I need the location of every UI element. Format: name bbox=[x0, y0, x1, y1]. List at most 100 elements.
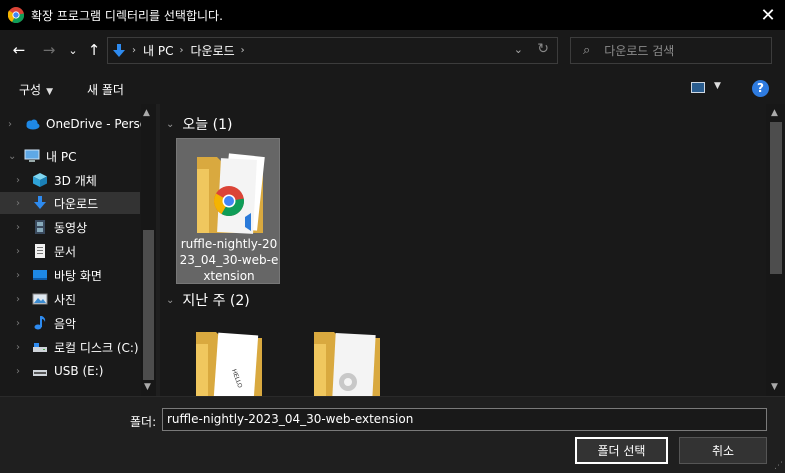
scroll-down-icon[interactable]: ▼ bbox=[144, 382, 151, 392]
view-options-icon[interactable] bbox=[691, 82, 705, 93]
chevron-right-icon[interactable]: › bbox=[8, 119, 12, 130]
music-icon bbox=[34, 316, 46, 330]
content-scrollbar[interactable]: ▲ ▼ bbox=[766, 104, 785, 396]
chevron-right-icon[interactable]: › bbox=[16, 318, 20, 329]
up-button[interactable]: ↑ bbox=[84, 40, 104, 60]
scroll-down-icon[interactable]: ▼ bbox=[771, 382, 778, 392]
sidebar-item-local-disk[interactable]: › 로컬 디스크 (C:) bbox=[0, 336, 140, 358]
address-dropdown-icon[interactable]: ⌄ bbox=[514, 43, 523, 56]
organize-button[interactable]: 구성 ▼ bbox=[19, 81, 53, 98]
sidebar-item-usb[interactable]: › USB (E:) bbox=[0, 360, 140, 382]
download-icon bbox=[34, 196, 46, 209]
sidebar-item-my-pc[interactable]: ⌄ 내 PC bbox=[0, 145, 140, 167]
group-header-today[interactable]: ⌄ 오늘 (1) bbox=[166, 114, 232, 134]
navigation-pane: › OneDrive - Person ⌄ 내 PC › 3D 개체 › 다운로… bbox=[0, 104, 156, 396]
refresh-icon[interactable]: ↻ bbox=[537, 41, 549, 57]
search-placeholder: 다운로드 검색 bbox=[604, 44, 675, 58]
sidebar-item-pictures[interactable]: › 사진 bbox=[0, 288, 140, 310]
dialog-footer: 폴더: ruffle-nightly-2023_04_30-web-extens… bbox=[0, 396, 785, 473]
collapse-chevron-icon[interactable]: ⌄ bbox=[166, 119, 174, 130]
chevron-right-icon[interactable]: › bbox=[16, 366, 20, 377]
breadcrumb-separator-icon: › bbox=[179, 45, 184, 56]
new-folder-label: 새 폴더 bbox=[87, 83, 124, 97]
chrome-icon bbox=[8, 7, 24, 23]
usb-drive-icon bbox=[33, 370, 47, 376]
drive-icon bbox=[33, 343, 47, 352]
sidebar-item-label: USB (E:) bbox=[54, 364, 104, 378]
address-bar[interactable]: › 내 PC › 다운로드 › ⌄ ↻ bbox=[107, 37, 558, 64]
sidebar-scrollbar[interactable]: ▲ ▼ bbox=[141, 104, 156, 396]
cancel-button[interactable]: 취소 bbox=[679, 437, 767, 464]
cube-icon bbox=[33, 173, 47, 187]
chevron-right-icon[interactable]: › bbox=[16, 175, 20, 186]
file-list: ⌄ 오늘 (1) ruffle-nightly-2023_04_30-web-e… bbox=[160, 104, 768, 396]
sidebar-item-music[interactable]: › 음악 bbox=[0, 312, 140, 334]
breadcrumb-separator-icon: › bbox=[132, 45, 136, 56]
cloud-icon bbox=[26, 119, 40, 130]
chevron-right-icon[interactable]: › bbox=[16, 222, 20, 233]
file-item-folder-2[interactable] bbox=[294, 318, 398, 396]
sidebar-item-label: 내 PC bbox=[46, 149, 77, 164]
forward-button[interactable]: → bbox=[39, 40, 59, 60]
sidebar-item-desktop[interactable]: › 바탕 화면 bbox=[0, 264, 140, 286]
back-arrow-icon: ← bbox=[12, 41, 26, 59]
back-button[interactable]: ← bbox=[9, 40, 29, 60]
chevron-right-icon[interactable]: › bbox=[16, 342, 20, 353]
file-item-folder-1[interactable]: HELLO bbox=[176, 318, 280, 396]
folder-icon: HELLO bbox=[196, 332, 262, 396]
breadcrumb-my-pc[interactable]: 내 PC bbox=[143, 42, 173, 59]
folder-field-label: 폴더: bbox=[130, 415, 157, 429]
sidebar-item-label: 다운로드 bbox=[54, 196, 99, 211]
sidebar-item-3d-objects[interactable]: › 3D 개체 bbox=[0, 169, 140, 191]
search-box[interactable]: ⌕ 다운로드 검색 bbox=[570, 37, 772, 64]
breadcrumb-downloads[interactable]: 다운로드 bbox=[190, 42, 234, 59]
folder-name-input[interactable]: ruffle-nightly-2023_04_30-web-extension bbox=[162, 408, 767, 431]
select-folder-label: 폴더 선택 bbox=[597, 444, 646, 458]
organize-label: 구성 bbox=[19, 83, 42, 97]
title-bar: 확장 프로그램 디렉터리를 선택합니다. ✕ bbox=[0, 0, 785, 30]
sidebar-item-onedrive[interactable]: › OneDrive - Person bbox=[0, 113, 155, 135]
chevron-right-icon[interactable]: › bbox=[16, 246, 20, 257]
group-header-last-week[interactable]: ⌄ 지난 주 (2) bbox=[166, 290, 250, 310]
forward-arrow-icon: → bbox=[42, 41, 56, 59]
content-scroll-thumb[interactable] bbox=[770, 122, 782, 274]
sidebar-scroll-thumb[interactable] bbox=[143, 230, 154, 380]
download-arrow-icon bbox=[113, 43, 125, 57]
file-item-ruffle-folder[interactable]: ruffle-nightly-2023_04_30-web-extension bbox=[176, 138, 280, 284]
video-icon bbox=[35, 220, 45, 234]
chevron-right-icon[interactable]: › bbox=[16, 294, 20, 305]
folder-settings-icon bbox=[314, 332, 380, 396]
group-label: 지난 주 (2) bbox=[182, 293, 250, 309]
command-toolbar: 구성 ▼ 새 폴더 ▼ ? bbox=[0, 72, 785, 104]
breadcrumb-separator-icon: › bbox=[240, 45, 245, 56]
group-label: 오늘 (1) bbox=[182, 117, 233, 133]
desktop-icon bbox=[33, 270, 47, 280]
select-folder-button[interactable]: 폴더 선택 bbox=[575, 437, 668, 464]
view-caret-down-icon[interactable]: ▼ bbox=[714, 81, 721, 91]
chevron-right-icon[interactable]: › bbox=[16, 270, 20, 281]
document-icon bbox=[35, 244, 45, 258]
close-button[interactable]: ✕ bbox=[751, 0, 785, 30]
recent-locations-button[interactable]: ⌄ bbox=[63, 40, 83, 60]
help-icon[interactable]: ? bbox=[752, 80, 769, 97]
sidebar-item-downloads[interactable]: › 다운로드 bbox=[0, 192, 140, 214]
scroll-up-icon[interactable]: ▲ bbox=[143, 108, 150, 118]
caret-down-icon: ▼ bbox=[46, 87, 54, 97]
resize-grip-icon[interactable]: ⋰ bbox=[774, 461, 783, 471]
sidebar-item-label: 로컬 디스크 (C:) bbox=[54, 340, 139, 355]
chevron-expanded-icon[interactable]: ⌄ bbox=[8, 151, 16, 162]
file-item-name: ruffle-nightly-2023_04_30-web-extension bbox=[179, 237, 279, 283]
scroll-up-icon[interactable]: ▲ bbox=[771, 108, 778, 118]
up-arrow-icon: ↑ bbox=[87, 41, 101, 59]
pictures-icon bbox=[32, 293, 48, 305]
sidebar-item-videos[interactable]: › 동영상 bbox=[0, 216, 140, 238]
folder-icon bbox=[197, 153, 265, 234]
collapse-chevron-icon[interactable]: ⌄ bbox=[166, 295, 174, 306]
chevron-right-icon[interactable]: › bbox=[16, 198, 20, 209]
sidebar-item-label: 문서 bbox=[54, 244, 77, 259]
chevron-down-icon: ⌄ bbox=[68, 43, 78, 57]
sidebar-item-label: OneDrive - Person bbox=[46, 117, 155, 131]
new-folder-button[interactable]: 새 폴더 bbox=[87, 81, 124, 98]
sidebar-item-label: 바탕 화면 bbox=[54, 268, 102, 283]
sidebar-item-documents[interactable]: › 문서 bbox=[0, 240, 140, 262]
